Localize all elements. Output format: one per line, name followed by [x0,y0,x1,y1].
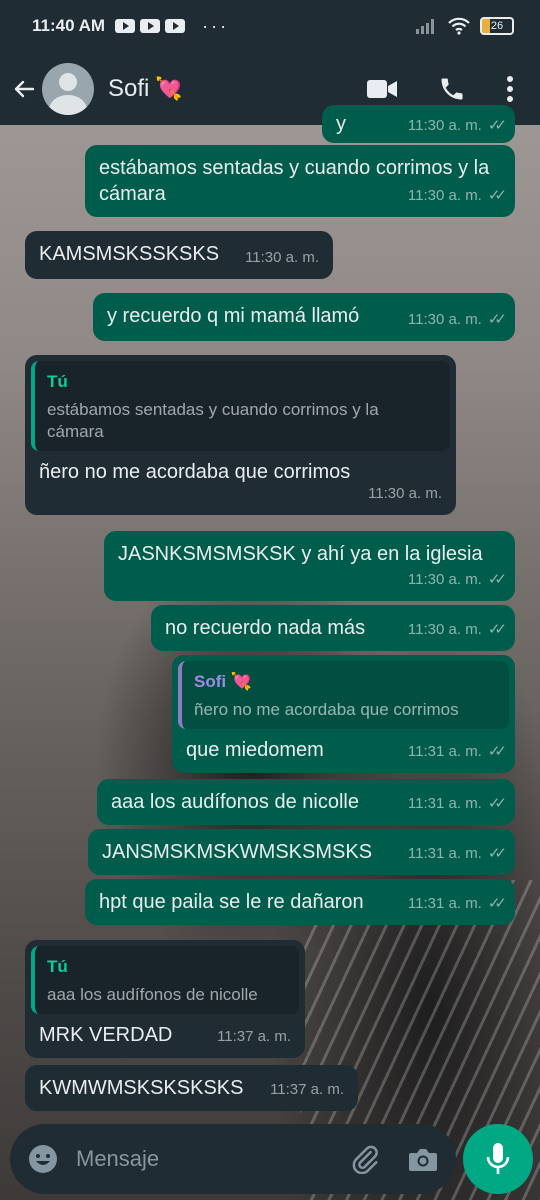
message-time: 11:31 a. m. [407,895,482,912]
quoted-author: Tú [47,957,68,976]
message-time: 11:31 a. m. [407,743,482,760]
message-text: y [336,113,346,135]
microphone-icon [486,1143,510,1174]
message-time: 11:30 a. m. [407,117,482,134]
contact-name[interactable]: Sofi 💘 [108,75,183,103]
youtube-notification-icon [165,19,186,33]
message-time: 11:37 a. m. [270,1081,344,1098]
read-receipt-icon: ✓✓ [487,571,507,588]
more-options-icon[interactable] [506,75,514,103]
battery-level: 26 [490,20,504,32]
message-time: 11:30 a. m. [407,571,482,588]
read-receipt-icon: ✓✓ [487,117,507,134]
message-time: 11:30 a. m. [407,621,482,638]
message-time: 11:30 a. m. [407,311,482,328]
message-bubble-outgoing[interactable]: estábamos sentadas y cuando corrimos y l… [85,145,515,217]
message-bubble-outgoing[interactable]: JASNKSMSMSKSK y ahí ya en la iglesia 11:… [104,531,515,601]
quoted-text: ñero no me acordaba que corrimos [194,700,459,719]
message-list[interactable]: y 11:30 a. m. ✓✓ estábamos sentadas y cua… [0,105,540,1115]
read-receipt-icon: ✓✓ [487,895,507,912]
back-arrow-icon[interactable] [12,77,36,101]
quoted-message[interactable]: Sofi 💘 ñero no me acordaba que corrimos [178,661,509,729]
message-time: 11:30 a. m. [368,485,442,502]
more-notifications-icon: ··· [202,15,230,36]
quoted-author: Sofi 💘 [194,672,252,691]
signal-icon [416,19,434,34]
message-text: JASNKSMSMSKSK y ahí ya en la iglesia [118,543,483,565]
message-input[interactable]: Mensaje [76,1146,159,1172]
attach-icon[interactable] [350,1144,380,1174]
read-receipt-icon: ✓✓ [487,621,507,638]
quoted-text: aaa los audífonos de nicolle [47,985,258,1004]
message-bubble-outgoing[interactable]: y 11:30 a. m. ✓✓ [322,105,515,143]
message-bubble-outgoing[interactable]: aaa los audífonos de nicolle 11:31 a. m.… [97,779,515,825]
status-bar: 11:40 AM ··· 26 [0,0,540,52]
message-bubble-incoming-reply[interactable]: Tú aaa los audífonos de nicolle MRK VERD… [25,940,305,1058]
read-receipt-icon: ✓✓ [487,311,507,328]
camera-icon[interactable] [408,1145,438,1173]
contact-name-text: Sofi [108,74,150,102]
youtube-notification-icon [115,19,136,33]
message-bubble-outgoing[interactable]: hpt que paila se le re dañaron 11:31 a. … [85,879,515,925]
wifi-icon [448,17,470,35]
read-receipt-icon: ✓✓ [487,187,507,204]
message-composer: Mensaje [10,1124,456,1194]
read-receipt-icon: ✓✓ [487,795,507,812]
message-bubble-outgoing[interactable]: JANSMSKMSKWMSKSMSKS 11:31 a. m. ✓✓ [88,829,515,875]
message-bubble-incoming[interactable]: KAMSMSKSSKSKS 11:30 a. m. [25,231,333,279]
quoted-author: Tú [47,372,68,391]
status-time: 11:40 AM [32,16,106,35]
emoji-icon[interactable] [28,1144,58,1174]
message-bubble-outgoing[interactable]: y recuerdo q mi mamá llamó 11:30 a. m. ✓✓ [93,293,515,341]
quoted-message[interactable]: Tú estábamos sentadas y cuando corrimos … [31,361,450,451]
quoted-message[interactable]: Tú aaa los audífonos de nicolle [31,946,299,1014]
read-receipt-icon: ✓✓ [487,743,507,760]
message-bubble-incoming-reply[interactable]: Tú estábamos sentadas y cuando corrimos … [25,355,456,515]
message-time: 11:30 a. m. [245,249,319,266]
message-bubble-incoming[interactable]: KWMWMSKSKSKSKS 11:37 a. m. [25,1065,358,1111]
voice-call-icon[interactable] [438,75,466,103]
battery-icon: 26 [480,17,514,35]
heart-emoji: 💘 [155,75,183,101]
read-receipt-icon: ✓✓ [487,845,507,862]
message-time: 11:37 a. m. [217,1028,291,1045]
message-bubble-outgoing-reply[interactable]: Sofi 💘 ñero no me acordaba que corrimos … [172,655,515,773]
video-call-icon[interactable] [366,78,398,100]
message-time: 11:30 a. m. [407,187,482,204]
message-bubble-outgoing[interactable]: no recuerdo nada más 11:30 a. m. ✓✓ [151,605,515,651]
contact-avatar[interactable] [42,62,94,115]
message-time: 11:31 a. m. [407,845,482,862]
voice-message-button[interactable] [463,1124,533,1194]
message-time: 11:31 a. m. [407,795,482,812]
quoted-text: estábamos sentadas y cuando corrimos y l… [47,400,379,441]
youtube-notification-icon [140,19,161,33]
